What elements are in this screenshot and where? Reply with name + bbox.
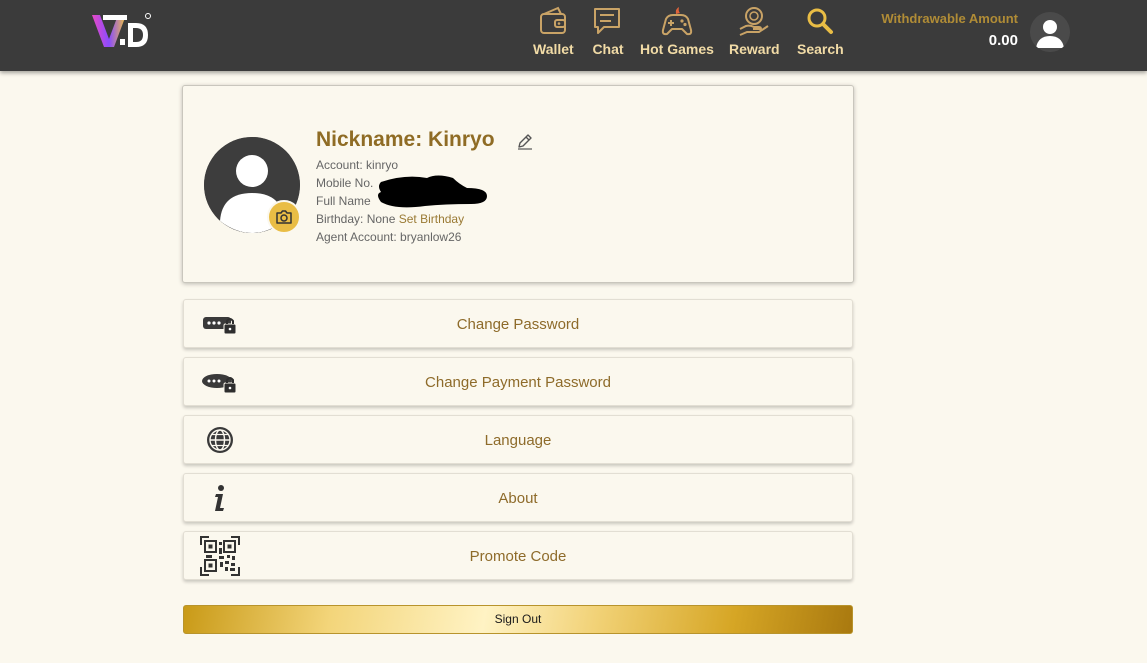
withdrawable-amount-value: 0.00 — [988, 32, 1018, 49]
top-bar: Wallet Chat Hot Games Reward Search With… — [0, 0, 1147, 71]
profile-card: Nickname: Kinryo Account: kinryo Mobile … — [182, 85, 854, 283]
nav-reward[interactable]: Reward — [729, 5, 780, 65]
change-payment-password-item[interactable]: Change Payment Password — [183, 357, 853, 406]
language-item[interactable]: Language — [183, 415, 853, 464]
wallet-icon — [540, 6, 567, 34]
birthday-row: Birthday: None Set Birthday — [316, 212, 464, 226]
user-avatar-icon — [1030, 12, 1070, 52]
nav-hot-games-label: Hot Games — [640, 41, 714, 57]
change-payment-password-label: Change Payment Password — [425, 374, 611, 391]
search-icon — [807, 8, 834, 34]
nav-search[interactable]: Search — [797, 5, 844, 65]
gamepad-icon — [661, 7, 693, 36]
account-text: Account: kinryo — [316, 158, 399, 172]
sign-out-button[interactable]: Sign Out — [183, 605, 853, 634]
nav-wallet[interactable]: Wallet — [533, 5, 574, 65]
withdrawable-amount-label: Withdrawable Amount — [881, 11, 1018, 26]
chat-icon — [594, 8, 620, 34]
withdrawable-amount-block: Withdrawable Amount 0.00 — [862, 11, 1018, 49]
mobile-no-text: Mobile No. — [316, 176, 374, 190]
nav-chat[interactable]: Chat — [591, 5, 625, 65]
edit-nickname-icon[interactable] — [515, 131, 535, 151]
language-label: Language — [484, 432, 552, 449]
nav-reward-label: Reward — [729, 41, 780, 57]
promote-code-label: Promote Code — [469, 548, 567, 565]
reward-icon — [739, 7, 769, 36]
camera-icon — [276, 210, 292, 224]
about-label: About — [498, 490, 538, 507]
about-item[interactable]: About — [183, 473, 853, 522]
user-avatar-button[interactable] — [1030, 12, 1070, 52]
change-password-item[interactable]: Change Password — [183, 299, 853, 348]
nav-wallet-label: Wallet — [533, 41, 574, 57]
full-name-text: Full Name — [316, 194, 371, 208]
agent-account-text: Agent Account: bryanlow26 — [316, 230, 462, 244]
change-password-label: Change Password — [456, 316, 580, 333]
change-photo-button[interactable] — [267, 200, 301, 234]
promote-code-item[interactable]: Promote Code — [183, 531, 853, 580]
set-birthday-link[interactable]: Set Birthday — [399, 212, 464, 226]
nav-hot-games[interactable]: Hot Games — [640, 5, 714, 65]
nav-chat-label: Chat — [592, 41, 624, 57]
nickname-heading: Nickname: Kinryo — [316, 128, 495, 151]
nav-search-label: Search — [797, 41, 844, 57]
birthday-text: Birthday: None — [316, 212, 396, 226]
redaction-mark — [378, 175, 487, 208]
brand-logo[interactable] — [90, 11, 152, 51]
